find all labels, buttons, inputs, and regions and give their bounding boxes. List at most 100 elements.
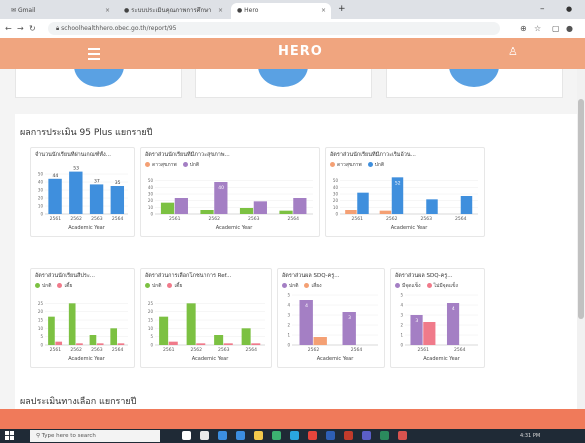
x-tick-label: 2563 xyxy=(91,216,103,222)
close-window-button[interactable]: ● xyxy=(566,0,572,19)
reload-icon[interactable]: ↻ xyxy=(29,19,36,38)
chart-bar xyxy=(68,303,76,345)
y-tick-label: 0 xyxy=(150,343,153,348)
chart-svg: 010203040502561402562 2563 2564Academic Ye… xyxy=(148,178,313,231)
address-bar: ← → ↻ 🔒︎ schoolhealthhero.obec.go.th/rep… xyxy=(0,19,585,39)
x-tick-label: 2564 xyxy=(288,216,300,222)
summary-card xyxy=(195,69,372,98)
app-icon[interactable] xyxy=(380,431,389,440)
menu-hamburger-icon[interactable] xyxy=(88,45,100,63)
x-tick-label: 2561 xyxy=(50,347,62,353)
data-label: 52 xyxy=(395,180,401,186)
tab-close-icon[interactable]: × xyxy=(321,3,326,19)
chart-bar xyxy=(253,201,267,214)
back-arrow-icon[interactable]: ← xyxy=(5,19,12,38)
y-tick-label: 0 xyxy=(400,343,403,348)
x-tick-label: 2564 xyxy=(112,216,124,222)
chart-bar xyxy=(96,343,104,345)
y-tick-label: 5 xyxy=(287,293,290,298)
new-tab-button[interactable]: + xyxy=(338,0,346,19)
x-axis-label: Academic Year xyxy=(216,225,254,231)
app-icon[interactable] xyxy=(236,431,245,440)
chart-bar xyxy=(279,210,293,214)
translate-icon[interactable]: ⊕ xyxy=(520,19,527,38)
chart-bar xyxy=(460,196,473,214)
browser-tab-hero[interactable]: ● Hero × xyxy=(231,3,331,19)
y-tick-label: 25 xyxy=(38,301,44,306)
page-scrollbar[interactable] xyxy=(577,69,585,409)
app-icon[interactable] xyxy=(218,431,227,440)
os-taskbar: ⚲ Type here to search 4:31 PM xyxy=(0,429,585,443)
chart-bar xyxy=(214,335,224,345)
y-tick-label: 40 xyxy=(38,180,44,185)
app-icon[interactable] xyxy=(362,431,371,440)
y-tick-label: 2 xyxy=(287,323,290,328)
chart-bar xyxy=(110,328,118,345)
x-tick-label: 2562 xyxy=(209,216,221,222)
x-axis-label: Academic Year xyxy=(317,356,355,362)
y-tick-label: 40 xyxy=(333,185,339,190)
chart-bar xyxy=(251,343,261,345)
task-view-icon[interactable] xyxy=(182,431,191,440)
x-axis-label: Academic Year xyxy=(68,356,106,362)
app-icon[interactable] xyxy=(290,431,299,440)
bookmark-star-icon[interactable]: ☆ xyxy=(534,19,541,38)
taskbar-search-input[interactable]: ⚲ Type here to search xyxy=(30,430,160,442)
browser-tab-assessment[interactable]: ● ระบบประเมินคุณภาพการศึกษา × xyxy=(118,3,228,19)
y-tick-label: 30 xyxy=(333,192,339,197)
app-icon[interactable] xyxy=(272,431,281,440)
y-tick-label: 10 xyxy=(333,205,339,210)
x-tick-label: 2561 xyxy=(163,347,175,353)
tab-close-icon[interactable]: × xyxy=(218,3,223,19)
chart-bar xyxy=(357,192,369,214)
y-tick-label: 50 xyxy=(333,178,339,183)
chart-bar xyxy=(186,303,196,345)
browser-tab-bar: ✉ Gmail × ● ระบบประเมินคุณภาพการศึกษา × ● … xyxy=(0,0,585,19)
chrome-icon[interactable] xyxy=(308,431,317,440)
tab-close-icon[interactable]: × xyxy=(105,3,110,19)
app-icon[interactable] xyxy=(344,431,353,440)
x-tick-label: 2562 xyxy=(70,347,82,353)
chart-bar xyxy=(174,198,188,214)
url-input[interactable]: 🔒︎ schoolhealthhero.obec.go.th/report/95 xyxy=(48,22,500,35)
app-icon[interactable] xyxy=(200,431,209,440)
app-brand: HERO xyxy=(278,44,323,59)
x-axis-label: Academic Year xyxy=(423,356,461,362)
y-tick-label: 40 xyxy=(148,185,154,190)
minimize-button[interactable]: – xyxy=(540,0,545,19)
file-explorer-icon[interactable] xyxy=(254,431,263,440)
chart-bar xyxy=(239,208,254,214)
chart-card: จำนวนนักเรียนที่ผ่านเกณฑ์ทั้ง... 0 10 20 30 4… xyxy=(30,147,135,237)
x-tick-label: 2564 xyxy=(455,216,467,222)
forward-arrow-icon[interactable]: → xyxy=(17,19,24,38)
x-axis-label: Academic Year xyxy=(192,356,230,362)
summary-circle-icon xyxy=(74,69,124,87)
summary-card xyxy=(15,69,182,98)
y-tick-label: 20 xyxy=(38,309,44,314)
x-tick-label: 2564 xyxy=(246,347,258,353)
app-icon[interactable] xyxy=(398,431,407,440)
y-tick-label: 10 xyxy=(148,205,154,210)
summary-circle-icon xyxy=(258,69,308,87)
browser-tab-gmail[interactable]: ✉ Gmail × xyxy=(5,3,115,19)
user-icon[interactable]: ♙ xyxy=(508,45,518,58)
y-tick-label: 5 xyxy=(150,334,153,339)
chart-svg: 0 10 20 30 40 50 44 2561 53 2562 37 2563 35 2564 Acade… xyxy=(38,166,128,231)
x-axis-label: Academic Year xyxy=(68,225,106,231)
main-content: ผลการประเมิน 95 Plus แยกรายปี จำนวนนักเร… xyxy=(0,69,577,409)
chart-svg: 010203040502561522562 2563 2564Academic Ye… xyxy=(333,177,478,231)
scrollbar-thumb[interactable] xyxy=(578,99,584,319)
profile-icon[interactable]: ● xyxy=(566,19,573,38)
summary-circle-icon xyxy=(449,69,499,87)
y-tick-label: 5 xyxy=(400,293,403,298)
data-label: 40 xyxy=(218,185,224,191)
y-tick-label: 0 xyxy=(40,212,43,217)
chart-bar xyxy=(159,316,169,345)
y-tick-label: 1 xyxy=(400,333,403,338)
extensions-icon[interactable]: ▢ xyxy=(552,19,560,38)
windows-start-icon[interactable] xyxy=(5,431,14,440)
y-tick-label: 20 xyxy=(148,309,154,314)
y-tick-label: 3 xyxy=(287,313,290,318)
word-icon[interactable] xyxy=(326,431,335,440)
y-tick-label: 10 xyxy=(148,326,154,331)
